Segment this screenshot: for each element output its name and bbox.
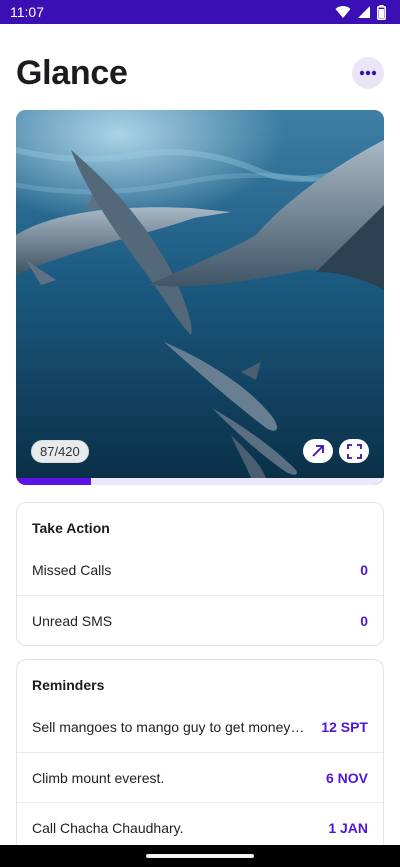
take-action-card: Take Action Missed Calls 0 Unread SMS 0 bbox=[16, 502, 384, 646]
missed-calls-label: Missed Calls bbox=[32, 562, 112, 578]
reminder-item[interactable]: Climb mount everest. 6 NOV bbox=[17, 752, 383, 802]
reminder-date: 1 JAN bbox=[328, 819, 368, 836]
reminder-text: Sell mangoes to mango guy to get money t… bbox=[32, 719, 307, 735]
open-external-icon bbox=[312, 445, 324, 457]
slideshow-progress bbox=[16, 478, 384, 485]
take-action-title: Take Action bbox=[32, 520, 110, 536]
missed-calls-row[interactable]: Missed Calls 0 bbox=[17, 545, 383, 595]
app-header: Glance bbox=[16, 50, 384, 96]
reminder-text: Climb mount everest. bbox=[32, 769, 165, 786]
slideshow-progress-fill bbox=[16, 478, 92, 485]
reminders-card: Reminders Sell mangoes to mango guy to g… bbox=[16, 659, 384, 859]
reminder-date: 6 NOV bbox=[325, 769, 368, 786]
more-options-button[interactable] bbox=[352, 57, 384, 89]
status-time: 11:07 bbox=[10, 4, 44, 20]
status-icons bbox=[335, 4, 386, 20]
fullscreen-icon bbox=[346, 443, 362, 459]
reminder-date: 12 SPT bbox=[321, 719, 368, 735]
reminder-text: Call Chacha Chaudhary. bbox=[32, 819, 184, 836]
unread-sms-count: 0 bbox=[360, 612, 368, 629]
battery-icon bbox=[377, 4, 386, 20]
signal-icon bbox=[358, 6, 370, 18]
dolphins-photo bbox=[16, 110, 384, 478]
more-horizontal-icon bbox=[359, 70, 377, 76]
missed-calls-count: 0 bbox=[360, 562, 368, 578]
open-external-button[interactable] bbox=[303, 439, 333, 463]
reminders-title: Reminders bbox=[32, 677, 105, 693]
media-card[interactable]: 87/420 bbox=[16, 110, 384, 485]
wifi-icon bbox=[335, 6, 351, 19]
unread-sms-row[interactable]: Unread SMS 0 bbox=[17, 595, 383, 645]
fullscreen-button[interactable] bbox=[339, 439, 369, 463]
system-nav-bar bbox=[0, 845, 400, 867]
status-bar: 11:07 bbox=[0, 0, 400, 24]
unread-sms-label: Unread SMS bbox=[32, 612, 113, 629]
reminder-item[interactable]: Sell mangoes to mango guy to get money t… bbox=[17, 702, 383, 752]
page-title: Glance bbox=[16, 53, 128, 92]
image-counter: 87/420 bbox=[31, 440, 89, 463]
home-gesture-handle[interactable] bbox=[146, 854, 254, 858]
